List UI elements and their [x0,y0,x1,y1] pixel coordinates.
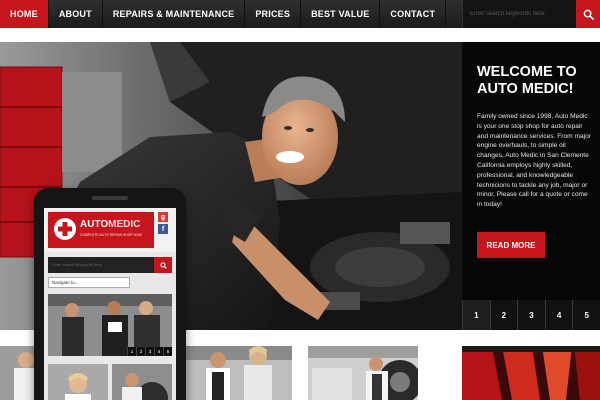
thumbnail-4[interactable] [462,346,600,400]
mobile-search-button[interactable] [154,257,172,273]
slider-pager: 1 2 3 4 5 [462,300,600,330]
mobile-hero-image: 1 2 3 4 5 [48,294,172,356]
mobile-page-5[interactable]: 5 [163,347,172,356]
nav-item-best-value[interactable]: BEST VALUE [301,0,381,28]
logo-medic: MEDIC [108,219,141,230]
mobile-slider-pager: 1 2 3 4 5 [127,347,172,356]
mobile-page-3[interactable]: 3 [145,347,154,356]
mobile-navigate-select[interactable]: Navigate to... [48,277,130,288]
thumbnail-2[interactable] [186,346,292,400]
phone-screen: AUTOMEDIC Complete auto repair shop now … [44,208,176,400]
mobile-logo-text: AUTOMEDIC [80,219,140,230]
thumbnail-1[interactable] [0,346,34,400]
nav-item-about[interactable]: ABOUT [49,0,103,28]
search-input[interactable] [462,0,576,28]
slider-page-1[interactable]: 1 [462,300,490,330]
search-button[interactable] [576,0,600,28]
mobile-thumbnail-1[interactable] [48,364,108,400]
thumbnail-3[interactable] [308,346,418,400]
mobile-page-4[interactable]: 4 [154,347,163,356]
slider-page-2[interactable]: 2 [489,300,518,330]
search-icon [159,261,167,269]
nav-item-contact[interactable]: CONTACT [380,0,447,28]
mobile-tagline: Complete auto repair shop now [80,233,142,237]
main-nav: HOME ABOUT REPAIRS & MAINTENANCE PRICES … [0,0,600,28]
google-plus-icon[interactable]: g [158,212,168,222]
slider-page-4[interactable]: 4 [544,300,573,330]
logo-auto: AUTO [80,219,109,230]
slider-page-3[interactable]: 3 [517,300,545,330]
nav-item-home[interactable]: HOME [0,0,49,28]
mobile-logo[interactable]: AUTOMEDIC Complete auto repair shop now [48,212,154,248]
nav-item-repairs[interactable]: REPAIRS & MAINTENANCE [103,0,246,28]
mobile-page-2[interactable]: 2 [136,347,145,356]
search-box [462,0,600,28]
search-icon [583,9,594,20]
navigate-label: Navigate to... [52,280,79,285]
mobile-thumbnails [48,364,172,400]
welcome-text: Family owned since 1998, Auto Medic is y… [477,113,591,209]
nav-item-prices[interactable]: PRICES [245,0,302,28]
welcome-panel: WELCOME TO AUTO MEDIC! Family owned sinc… [462,42,600,330]
mobile-search-input[interactable]: Enter search keywords here [48,257,154,273]
mobile-header: AUTOMEDIC Complete auto repair shop now … [44,208,176,252]
page: HOME ABOUT REPAIRS & MAINTENANCE PRICES … [0,0,600,400]
mobile-thumbnail-2[interactable] [112,364,172,400]
facebook-icon[interactable]: f [158,224,168,234]
slider-page-5[interactable]: 5 [572,300,600,330]
mobile-social: g f [158,212,170,236]
read-more-button[interactable]: READ MORE [477,232,545,258]
welcome-title: WELCOME TO AUTO MEDIC! [477,64,577,97]
phone-speaker [92,196,128,200]
logo-cross-icon [54,218,76,240]
mobile-page-1[interactable]: 1 [127,347,136,356]
phone-mockup: AUTOMEDIC Complete auto repair shop now … [34,188,186,400]
